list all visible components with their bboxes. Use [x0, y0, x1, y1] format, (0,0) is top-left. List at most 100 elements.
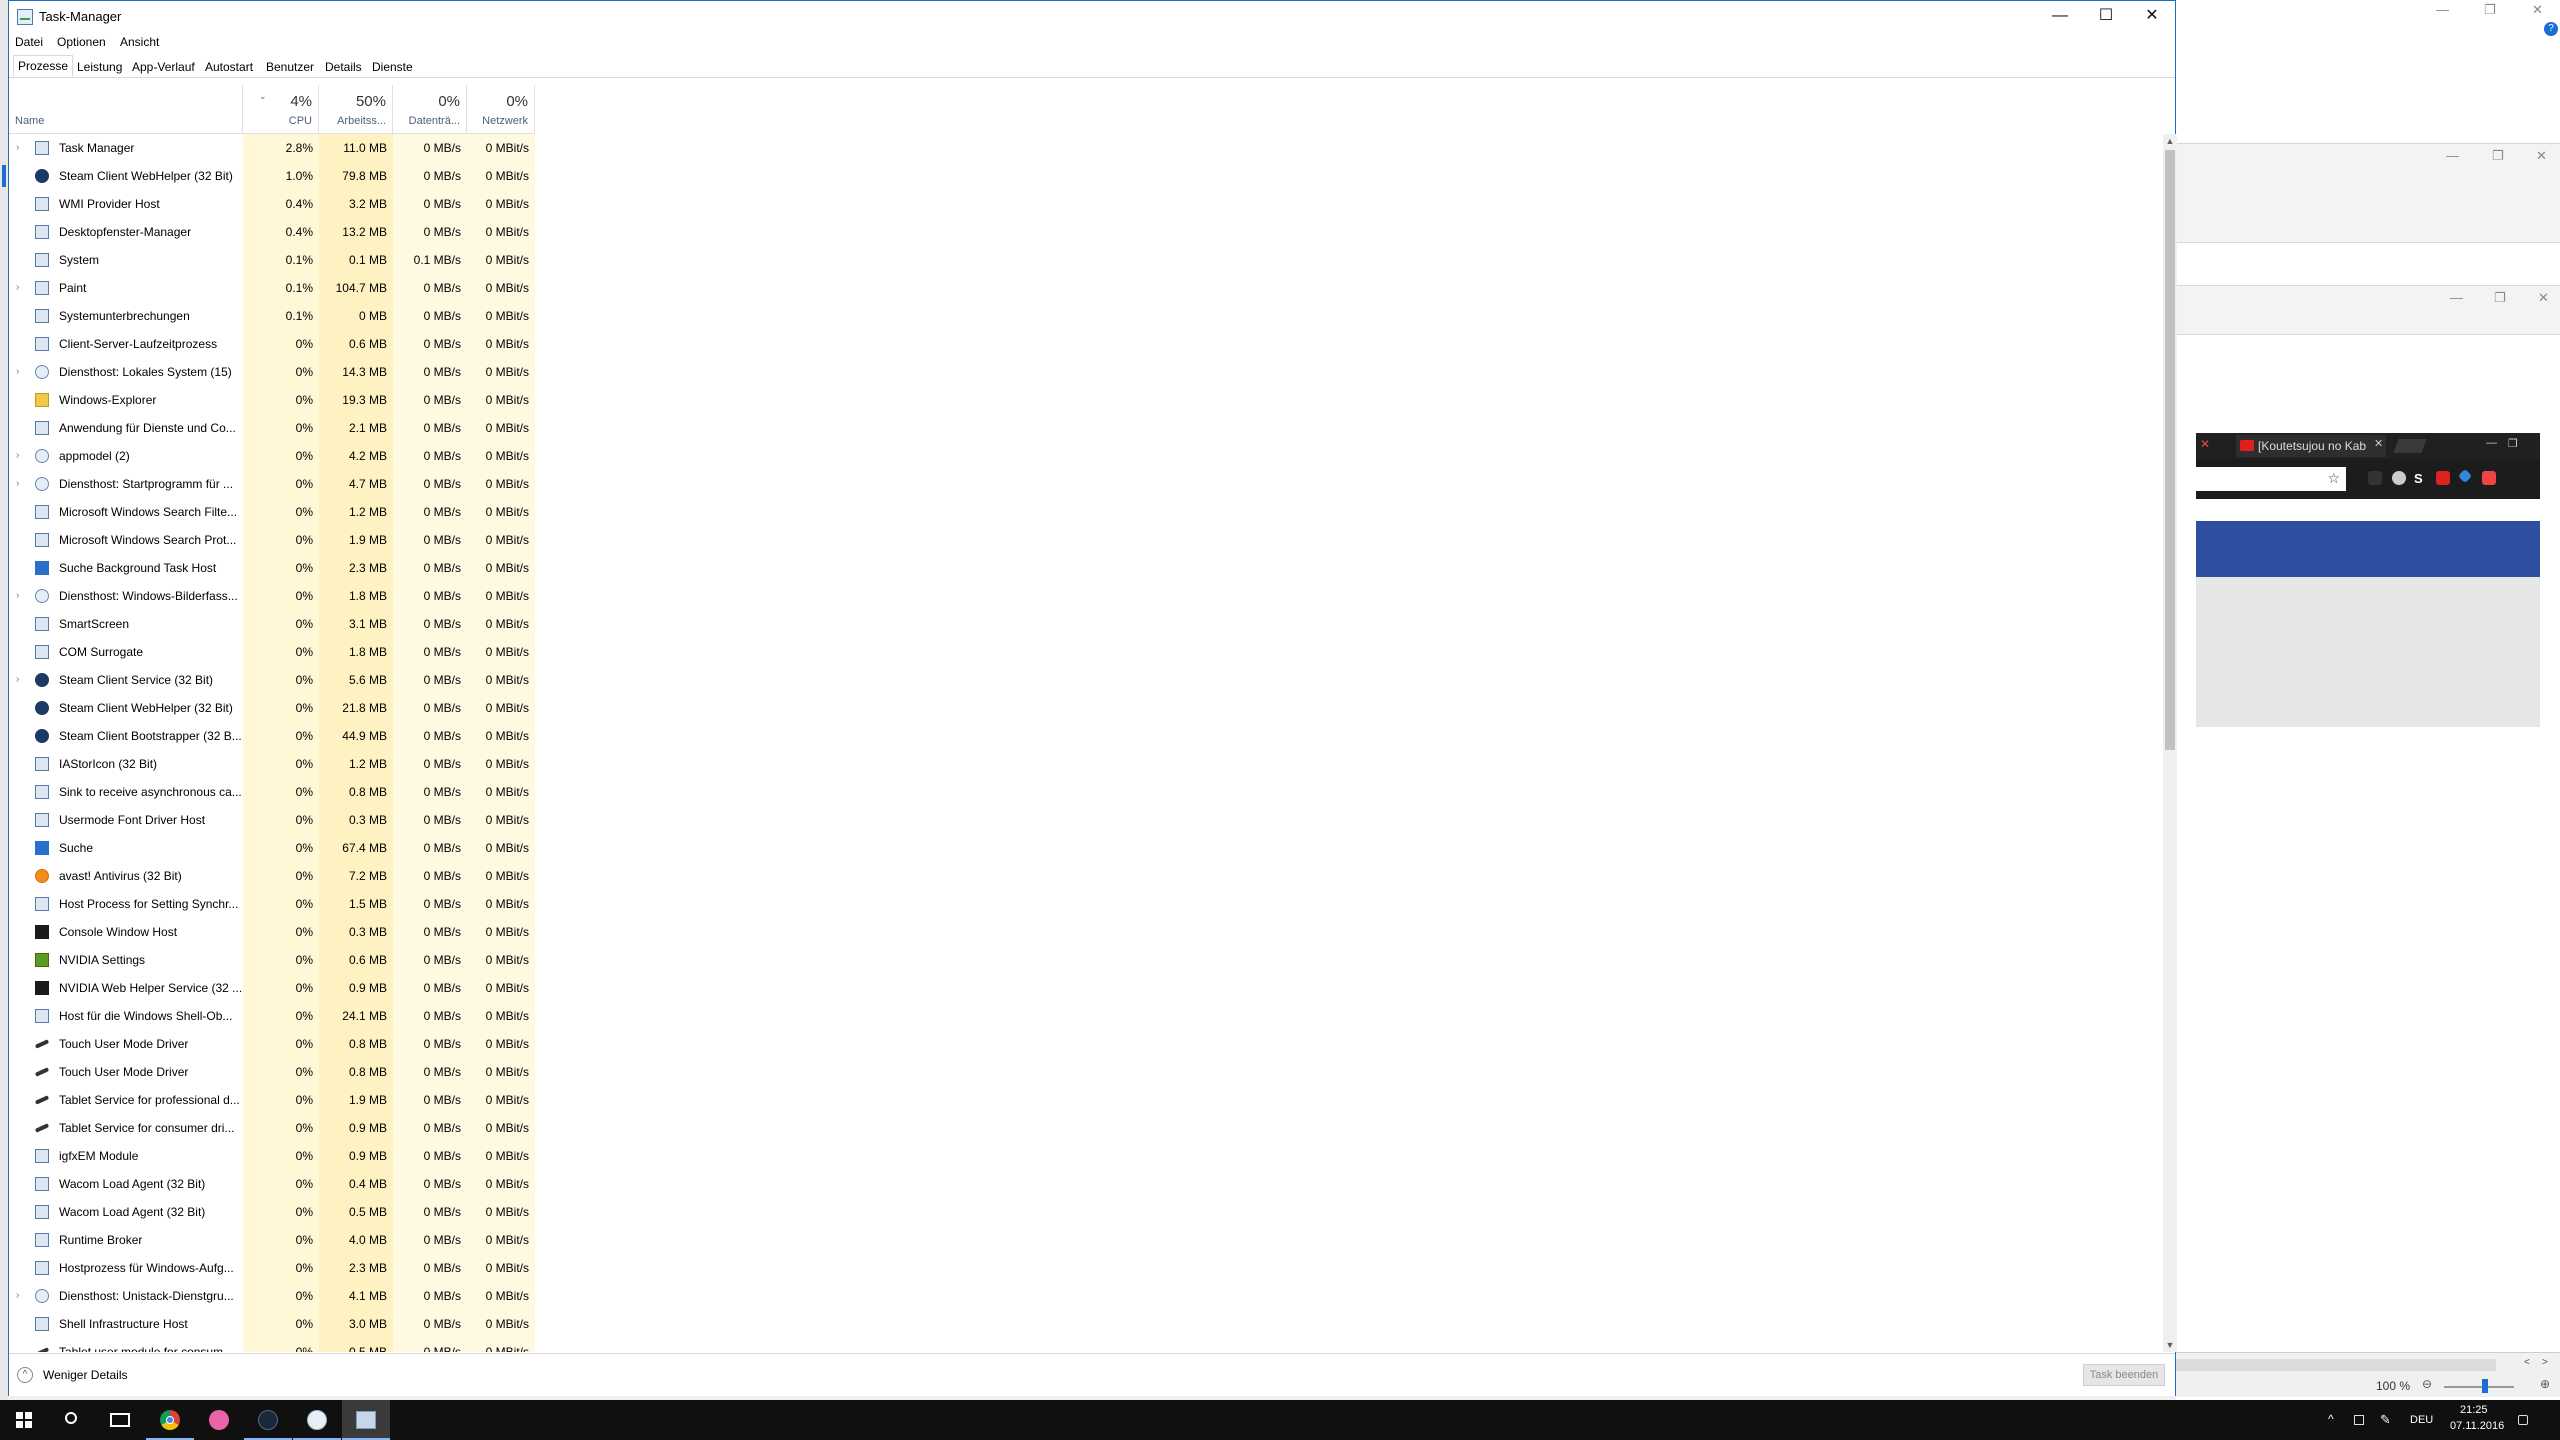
expand-chevron-icon[interactable]: › [16, 582, 26, 610]
minimize-icon[interactable]: — [2486, 437, 2497, 449]
column-header-memory[interactable]: 50% Arbeitss... [319, 85, 393, 133]
process-row[interactable]: Sink to receive asynchronous ca... 0% 0.8 … [9, 778, 535, 806]
fewer-details-link[interactable]: Weniger Details [43, 1368, 127, 1382]
process-row[interactable]: Hostprozess für Windows-Aufg... 0% 2.3 MB 0… [9, 1254, 535, 1282]
bookmark-star-icon[interactable]: ☆ [2327, 470, 2340, 487]
bg-minimize-icon[interactable]: — [2450, 290, 2463, 305]
browser-tab[interactable]: [Koutetsujou no Kab [2236, 435, 2386, 457]
restore-icon[interactable]: ❐ [2508, 437, 2518, 450]
search-button[interactable] [48, 1400, 96, 1440]
process-row[interactable]: Touch User Mode Driver 0% 0.8 MB 0 MB/s 0 MB… [9, 1058, 535, 1086]
process-row[interactable]: igfxEM Module 0% 0.9 MB 0 MB/s 0 MBit/s [9, 1142, 535, 1170]
chevron-up-circle-icon[interactable]: ^ [17, 1367, 33, 1383]
extension-s-icon[interactable]: S [2414, 471, 2428, 486]
zoom-slider-thumb[interactable] [2482, 1379, 2488, 1393]
process-row[interactable]: Touch User Mode Driver 0% 0.8 MB 0 MB/s 0 MB… [9, 1030, 535, 1058]
tab-autostart[interactable]: Autostart [201, 57, 257, 77]
new-tab-button[interactable] [2393, 439, 2427, 453]
vertical-scrollbar[interactable]: ▲ ▼ [2163, 134, 2177, 1352]
task-view-button[interactable] [96, 1400, 144, 1440]
expand-chevron-icon[interactable]: › [16, 134, 26, 162]
address-bar[interactable]: ☆ [2196, 467, 2346, 491]
process-row[interactable]: Runtime Broker 0% 4.0 MB 0 MB/s 0 MBit/s [9, 1226, 535, 1254]
maximize-button[interactable]: ☐ [2083, 1, 2129, 31]
zoom-in-icon[interactable]: ⊕ [2540, 1377, 2550, 1391]
process-row[interactable]: Systemunterbrechungen 0.1% 0 MB 0 MB/s 0 MBi… [9, 302, 535, 330]
adblock-icon[interactable] [2436, 471, 2450, 485]
zoom-slider[interactable] [2444, 1386, 2514, 1388]
scroll-up-icon[interactable]: ▲ [2163, 134, 2177, 148]
expand-chevron-icon[interactable]: › [16, 358, 26, 386]
bg-close-icon[interactable]: ✕ [2538, 290, 2549, 306]
tab-benutzer[interactable]: Benutzer [262, 57, 318, 77]
process-row[interactable]: › Diensthost: Unistack-Dienstgru... 0% 4.1 … [9, 1282, 535, 1310]
horizontal-scrollbar[interactable] [2176, 1359, 2496, 1371]
process-row[interactable]: COM Surrogate 0% 1.8 MB 0 MB/s 0 MBit/s [9, 638, 535, 666]
process-row[interactable]: Anwendung für Dienste und Co... 0% 2.1 MB 0… [9, 414, 535, 442]
process-row[interactable]: Host Process for Setting Synchr... 0% 1.5 … [9, 890, 535, 918]
tab-app-verlauf[interactable]: App-Verlauf [128, 57, 199, 77]
process-row[interactable]: › Diensthost: Startprogramm für ... 0% 4.7 … [9, 470, 535, 498]
process-row[interactable]: › Task Manager 2.8% 11.0 MB 0 MB/s 0 MBit/s [9, 134, 535, 162]
expand-chevron-icon[interactable]: › [16, 274, 26, 302]
chrome-taskbar-button[interactable] [146, 1400, 194, 1440]
tab-details[interactable]: Details [321, 57, 366, 77]
process-row[interactable]: Shell Infrastructure Host 0% 3.0 MB 0 MB/s 0… [9, 1310, 535, 1338]
column-header-cpu[interactable]: ⌄ 4% CPU [243, 85, 319, 133]
minimize-button[interactable]: — [2037, 1, 2083, 31]
title-bar[interactable]: Task-Manager — ☐ ✕ [9, 1, 2175, 33]
close-button[interactable]: ✕ [2129, 1, 2175, 31]
steam-taskbar-button[interactable] [244, 1400, 292, 1440]
process-row[interactable]: SmartScreen 0% 3.1 MB 0 MB/s 0 MBit/s [9, 610, 535, 638]
bg-close-icon[interactable]: ✕ [2532, 2, 2543, 18]
process-row[interactable]: › Steam Client Service (32 Bit) 0% 5.6 MB 0 … [9, 666, 535, 694]
process-row[interactable]: avast! Antivirus (32 Bit) 0% 7.2 MB 0 MB/s 0… [9, 862, 535, 890]
tab-prozesse[interactable]: Prozesse [13, 55, 74, 77]
extension-icon[interactable] [2457, 468, 2473, 484]
process-row[interactable]: Suche 0% 67.4 MB 0 MB/s 0 MBit/s [9, 834, 535, 862]
process-row[interactable]: Tablet Service for professional d... 0% 1.… [9, 1086, 535, 1114]
action-center-icon[interactable] [2518, 1415, 2528, 1425]
clock-time[interactable]: 21:25 [2460, 1404, 2488, 1416]
column-header-name[interactable]: Name [9, 85, 243, 133]
expand-chevron-icon[interactable]: › [16, 1282, 26, 1310]
process-row[interactable]: Usermode Font Driver Host 0% 0.3 MB 0 MB/s 0… [9, 806, 535, 834]
column-header-disk[interactable]: 0% Datenträ... [393, 85, 467, 133]
scroll-right-icon[interactable]: > [2542, 1357, 2548, 1368]
menu-ansicht[interactable]: Ansicht [120, 35, 159, 49]
bg-restore-icon[interactable]: ❐ [2494, 290, 2506, 306]
process-row[interactable]: Microsoft Windows Search Filte... 0% 1.2 M… [9, 498, 535, 526]
process-row[interactable]: NVIDIA Web Helper Service (32 ... 0% 0.9 M… [9, 974, 535, 1002]
scroll-left-icon[interactable]: < [2524, 1357, 2530, 1368]
extension-icon[interactable] [2482, 471, 2496, 485]
scrollbar-thumb[interactable] [2165, 150, 2175, 750]
tablet-mode-icon[interactable] [2354, 1415, 2364, 1425]
process-row[interactable]: Client-Server-Laufzeitprozess 0% 0.6 MB 0 M… [9, 330, 535, 358]
process-row[interactable]: › Diensthost: Lokales System (15) 0% 14.3 M… [9, 358, 535, 386]
bg-minimize-icon[interactable]: — [2436, 2, 2449, 17]
menu-optionen[interactable]: Optionen [57, 35, 106, 49]
process-row[interactable]: Microsoft Windows Search Prot... 0% 1.9 MB… [9, 526, 535, 554]
process-row[interactable]: Desktopfenster-Manager 0.4% 13.2 MB 0 MB/s 0… [9, 218, 535, 246]
process-row[interactable]: Tablet user module for consum... 0% 0.5 MB… [9, 1338, 535, 1352]
process-row[interactable]: System 0.1% 0.1 MB 0.1 MB/s 0 MBit/s [9, 246, 535, 274]
process-row[interactable]: › Paint 0.1% 104.7 MB 0 MB/s 0 MBit/s [9, 274, 535, 302]
menu-datei[interactable]: Datei [15, 35, 43, 49]
task-manager-taskbar-button[interactable] [342, 1400, 390, 1440]
clock-date[interactable]: 07.11.2016 [2450, 1420, 2504, 1432]
end-task-button[interactable]: Task beenden [2083, 1364, 2165, 1386]
process-row[interactable]: Wacom Load Agent (32 Bit) 0% 0.4 MB 0 MB/s 0… [9, 1170, 535, 1198]
column-header-network[interactable]: 0% Netzwerk [467, 85, 535, 133]
tab-leistung[interactable]: Leistung [73, 57, 126, 77]
process-row[interactable]: WMI Provider Host 0.4% 3.2 MB 0 MB/s 0 MBit/… [9, 190, 535, 218]
pen-workspace-icon[interactable]: ✎ [2380, 1412, 2391, 1428]
process-row[interactable]: › appmodel (2) 0% 4.2 MB 0 MB/s 0 MBit/s [9, 442, 535, 470]
expand-chevron-icon[interactable]: › [16, 666, 26, 694]
zoom-out-icon[interactable]: ⊖ [2422, 1377, 2432, 1391]
tab-close-icon[interactable]: ✕ [2374, 437, 2383, 450]
process-row[interactable]: › Diensthost: Windows-Bilderfass... 0% 1.8 … [9, 582, 535, 610]
process-row[interactable]: Steam Client WebHelper (32 Bit) 1.0% 79.8 … [9, 162, 535, 190]
process-row[interactable]: NVIDIA Settings 0% 0.6 MB 0 MB/s 0 MBit/s [9, 946, 535, 974]
process-row[interactable]: Wacom Load Agent (32 Bit) 0% 0.5 MB 0 MB/s 0… [9, 1198, 535, 1226]
process-row[interactable]: Host für die Windows Shell-Ob... 0% 24.1 M… [9, 1002, 535, 1030]
